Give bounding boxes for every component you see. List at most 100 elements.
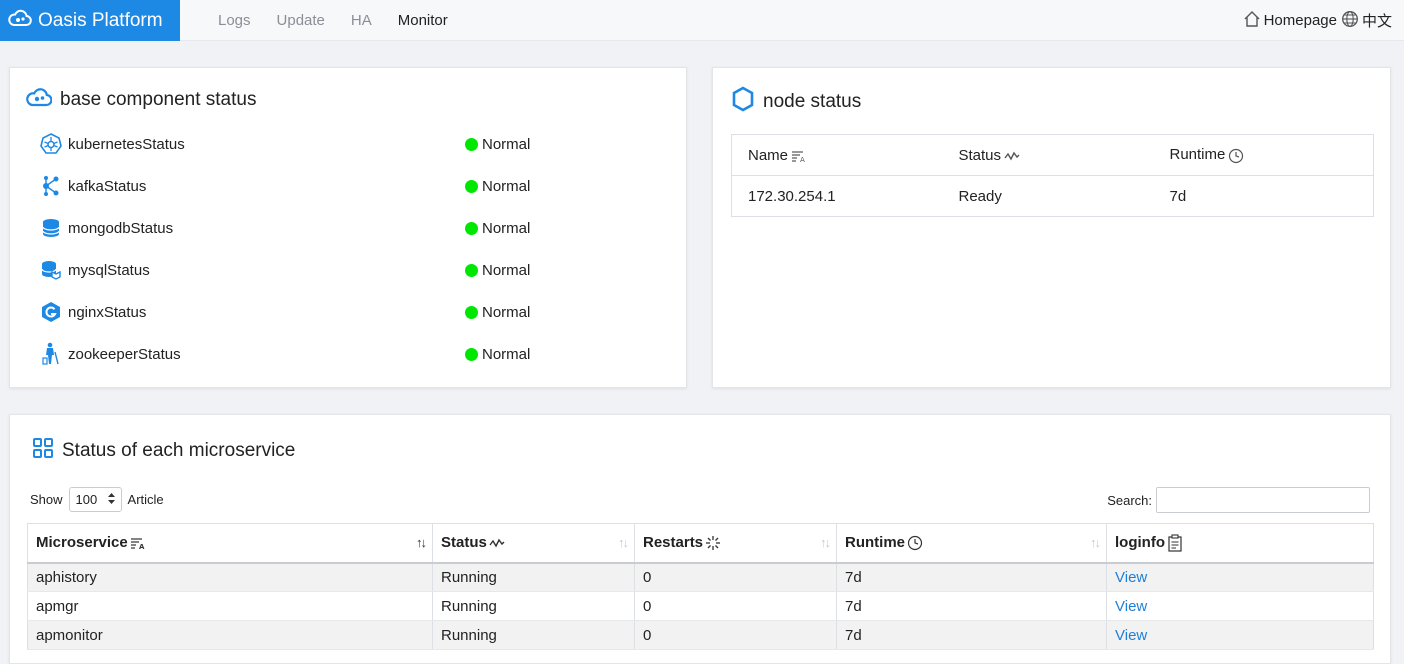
nav-update[interactable]: Update <box>277 12 325 29</box>
activity-icon <box>1004 150 1020 162</box>
component-row-mysql: mysqlStatus Normal <box>40 258 540 282</box>
component-status: Normal <box>465 262 530 279</box>
status-text: Normal <box>482 345 531 363</box>
column-header-name[interactable]: Name A <box>731 134 943 176</box>
search-input[interactable] <box>1156 487 1370 513</box>
select-arrows-icon <box>107 492 115 507</box>
sort-ascending-icon[interactable]: ↑↓ <box>416 535 427 550</box>
column-header-status[interactable]: Status <box>942 134 1154 176</box>
homepage-link[interactable]: Homepage <box>1243 10 1337 32</box>
column-header-loginfo: loginfo <box>1106 523 1374 564</box>
nav-ha[interactable]: HA <box>351 12 372 29</box>
home-icon <box>1243 10 1261 32</box>
microservice-restarts: 0 <box>634 591 837 621</box>
sort-icon[interactable]: ↑↓ <box>618 535 629 550</box>
hexagon-icon <box>731 86 755 118</box>
cloud-logo-icon <box>8 8 32 33</box>
status-dot <box>465 263 478 277</box>
microservice-restarts: 0 <box>634 620 837 650</box>
microservice-name: apmonitor <box>27 620 433 650</box>
microservice-log-cell: View <box>1106 562 1374 592</box>
column-header-runtime[interactable]: Runtime ↑↓ <box>836 523 1107 564</box>
svg-text:A: A <box>139 543 145 550</box>
node-status-panel: node status Name A Status Runtime 172.30.… <box>712 67 1391 388</box>
microservice-status: Running <box>432 620 635 650</box>
status-dot <box>465 179 478 193</box>
microservice-title: Status of each microservice <box>32 437 295 465</box>
status-dot <box>465 137 478 151</box>
microservice-table: Microservice A ↑↓ Status ↑↓ Restarts ↑↓ Runt… <box>27 523 1374 650</box>
page-size-select[interactable]: 100 <box>68 487 122 512</box>
component-row-mongodb: mongodbStatus Normal <box>40 216 540 240</box>
clock-icon <box>1228 148 1244 164</box>
component-name: mongodbStatus <box>68 219 174 237</box>
node-table-header: Name A Status Runtime <box>731 134 1374 176</box>
column-header-status[interactable]: Status ↑↓ <box>432 523 635 564</box>
mongodb-icon <box>40 217 62 239</box>
microservice-table-header: Microservice A ↑↓ Status ↑↓ Restarts ↑↓ Runt… <box>27 523 1374 564</box>
search-control: Search: <box>1107 487 1370 513</box>
sort-icon[interactable]: ↑↓ <box>820 535 831 550</box>
component-name: zookeeperStatus <box>68 345 181 363</box>
column-header-microservice[interactable]: Microservice A ↑↓ <box>27 523 433 564</box>
table-row: apmonitor Running 0 7d View <box>27 620 1374 650</box>
view-log-link[interactable]: View <box>1115 598 1147 615</box>
top-right-links: Homepage 中文 <box>1243 0 1392 41</box>
main-nav: Logs Update HA Monitor <box>218 0 448 41</box>
microservice-title-text: Status of each microservice <box>62 440 296 461</box>
grid-icon <box>32 437 54 465</box>
status-dot <box>465 221 478 235</box>
page-size-value: 100 <box>75 492 98 507</box>
table-row: aphistory Running 0 7d View <box>27 562 1374 592</box>
component-row-kafka: kafkaStatus Normal <box>40 174 540 198</box>
language-label: 中文 <box>1361 13 1392 30</box>
status-text: Normal <box>482 177 531 195</box>
node-status-title: node status <box>731 86 861 118</box>
top-navbar: Oasis Platform Logs Update HA Monitor Ho… <box>0 0 1404 41</box>
node-row: 172.30.254.1 Ready 7d <box>732 176 1374 217</box>
spinner-icon <box>705 535 721 551</box>
nav-monitor[interactable]: Monitor <box>398 12 448 29</box>
node-runtime: 7d <box>1169 187 1187 205</box>
view-log-link[interactable]: View <box>1115 627 1147 644</box>
microservice-runtime: 7d <box>836 591 1107 621</box>
node-state: Ready <box>958 187 1002 205</box>
language-switch[interactable]: 中文 <box>1341 10 1392 32</box>
brand-logo[interactable]: Oasis Platform <box>0 0 180 41</box>
sort-icon[interactable]: ↑↓ <box>1090 535 1101 550</box>
nav-logs[interactable]: Logs <box>218 12 251 29</box>
svg-text:A: A <box>800 156 805 163</box>
component-status: Normal <box>465 178 530 195</box>
view-log-link[interactable]: View <box>1115 569 1147 586</box>
zookeeper-icon <box>40 342 62 365</box>
status-text: Normal <box>482 261 531 279</box>
component-name: nginxStatus <box>68 303 147 321</box>
column-header-restarts[interactable]: Restarts ↑↓ <box>634 523 837 564</box>
column-header-runtime[interactable]: Runtime <box>1153 134 1374 176</box>
brand-name: Oasis Platform <box>38 9 163 31</box>
search-label: Search: <box>1107 492 1152 508</box>
sort-alpha-icon: A <box>791 149 807 163</box>
component-name: kubernetesStatus <box>68 135 185 153</box>
microservice-log-cell: View <box>1106 620 1374 650</box>
microservice-panel: Status of each microservice Show 100 Art… <box>9 414 1391 664</box>
show-label: Show <box>30 492 63 507</box>
globe-icon <box>1341 10 1359 32</box>
node-table: Name A Status Runtime 172.30.254.1 Ready … <box>731 134 1374 217</box>
cloud-icon <box>26 86 53 114</box>
kafka-icon <box>40 175 62 197</box>
base-component-title-text: base component status <box>60 89 257 110</box>
microservice-runtime: 7d <box>836 620 1107 650</box>
status-dot <box>465 347 478 361</box>
component-status: Normal <box>465 220 530 237</box>
component-status: Normal <box>465 136 530 153</box>
component-row-kubernetes: kubernetesStatus Normal <box>40 132 540 156</box>
component-name: mysqlStatus <box>68 261 150 279</box>
microservice-status: Running <box>432 562 635 592</box>
clock-icon <box>907 535 923 551</box>
node-name: 172.30.254.1 <box>748 187 836 205</box>
component-row-zookeeper: zookeeperStatus Normal <box>40 342 540 366</box>
microservice-status: Running <box>432 591 635 621</box>
nginx-icon <box>40 301 62 323</box>
component-name: kafkaStatus <box>68 177 147 195</box>
